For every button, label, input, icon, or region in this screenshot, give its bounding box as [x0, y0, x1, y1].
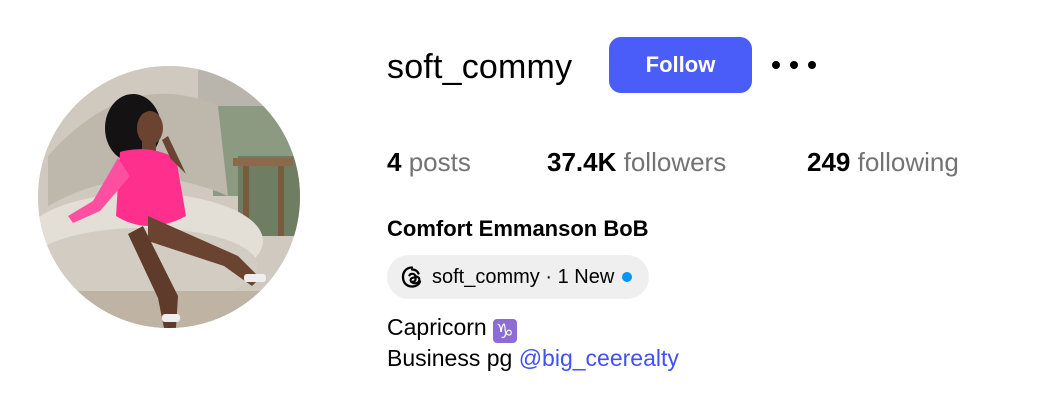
bio-line-1: Capricorn ♑: [387, 312, 517, 343]
follow-button[interactable]: Follow: [609, 37, 752, 93]
stat-posts: 4 posts: [387, 145, 471, 179]
stat-following-link[interactable]: 249 following: [807, 145, 959, 179]
more-dot: [772, 61, 780, 69]
threads-badge-text: soft_commy · 1 New: [432, 266, 615, 288]
profile-username: soft_commy: [387, 48, 573, 86]
more-options-icon[interactable]: [772, 54, 816, 76]
bio-mention-link[interactable]: @big_ceerealty: [519, 345, 679, 371]
more-dot: [790, 61, 798, 69]
stat-followers-link[interactable]: 37.4K followers: [547, 145, 726, 179]
profile-avatar[interactable]: [38, 66, 300, 328]
following-label: following: [857, 147, 959, 177]
bio-text: Capricorn: [387, 314, 487, 340]
posts-count: 4: [387, 147, 402, 177]
profile-full-name: Comfort Emmanson BoB: [387, 216, 649, 241]
followers-count: 37.4K: [547, 147, 617, 177]
threads-badge-link[interactable]: soft_commy · 1 New: [387, 255, 649, 299]
avatar-photo: [38, 66, 300, 328]
bio-line-2: Business pg @big_ceerealty: [387, 343, 679, 373]
capricorn-emoji: ♑: [492, 319, 517, 343]
more-dot: [808, 61, 816, 69]
bio-text: Business pg: [387, 345, 513, 371]
posts-label: posts: [408, 147, 471, 177]
followers-label: followers: [623, 147, 727, 177]
threads-icon: [399, 264, 425, 290]
following-count: 249: [807, 147, 851, 177]
new-indicator-dot: [622, 272, 633, 282]
